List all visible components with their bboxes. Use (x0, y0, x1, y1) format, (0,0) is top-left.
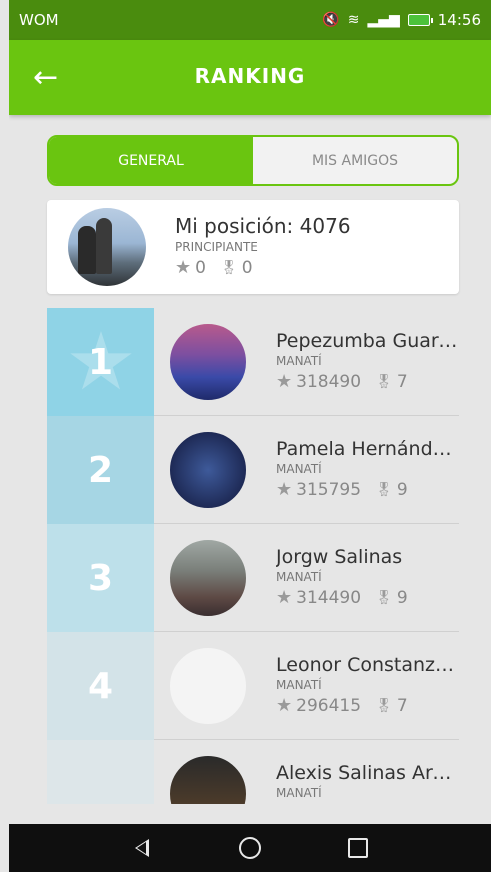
system-nav-bar (9, 824, 491, 872)
rank-badge: 5 (47, 740, 154, 804)
avatar (168, 322, 248, 402)
list-item[interactable]: 5 Alexis Salinas Are… MANATÍ (47, 740, 459, 804)
medal-icon: 🎖 (219, 259, 238, 276)
avatar (168, 538, 248, 618)
list-item[interactable]: 3 Jorgw Salinas MANATÍ ★ 314490 🎖 9 (47, 524, 459, 632)
app-bar: ← RANKING (9, 40, 491, 115)
user-level: MANATÍ (276, 678, 322, 692)
star-icon: ★ (276, 587, 293, 608)
my-position-card: Mi posición: 4076 PRINCIPIANTE ★ 0 🎖 0 (47, 200, 459, 294)
medal-icon: 🎖 (375, 697, 393, 714)
rank-badge: ★ 1 (47, 308, 154, 416)
list-item[interactable]: ★ 1 Pepezumba Guarda MANATÍ ★ 318490 🎖 7 (47, 308, 459, 416)
avatar (68, 208, 146, 286)
status-icons: 🔇 ≋ ▂▄▆ 14:56 (322, 11, 481, 29)
status-bar: WOM 🔇 ≋ ▂▄▆ 14:56 (9, 0, 491, 40)
user-stats: ★ 314490 🎖 9 (276, 587, 408, 608)
ranking-list[interactable]: ★ 1 Pepezumba Guarda MANATÍ ★ 318490 🎖 7… (47, 308, 459, 804)
tab-general[interactable]: GENERAL (49, 137, 253, 184)
nav-recents-icon[interactable] (345, 835, 371, 861)
medals-count: 7 (396, 371, 408, 392)
page-title: RANKING (194, 64, 306, 88)
avatar (168, 430, 248, 510)
user-stats: ★ 318490 🎖 7 (276, 371, 408, 392)
carrier-label: WOM (19, 11, 59, 29)
tab-mis-amigos[interactable]: MIS AMIGOS (253, 137, 457, 184)
user-level: MANATÍ (276, 786, 322, 800)
clock: 14:56 (437, 11, 481, 29)
nav-back-icon[interactable] (129, 835, 155, 861)
user-name: Leonor Constanza… (276, 654, 458, 676)
rank-badge: 2 (47, 416, 154, 524)
app-frame: WOM 🔇 ≋ ▂▄▆ 14:56 ← RANKING GENERAL MIS … (9, 0, 491, 872)
mute-icon: 🔇 (322, 12, 340, 28)
medals-count: 9 (396, 479, 408, 500)
user-name: Jorgw Salinas (276, 546, 403, 568)
user-name: Pepezumba Guarda (276, 330, 458, 352)
my-medals-count: 0 (241, 257, 253, 278)
stars-count: 296415 (296, 695, 362, 716)
medal-icon: 🎖 (375, 481, 393, 498)
list-item[interactable]: 2 Pamela Hernánde… MANATÍ ★ 315795 🎖 9 (47, 416, 459, 524)
stars-count: 318490 (296, 371, 362, 392)
user-stats: ★ 315795 🎖 9 (276, 479, 408, 500)
stars-count: 315795 (296, 479, 362, 500)
avatar (168, 646, 248, 726)
star-icon: ★ (175, 257, 192, 278)
user-stats: ★ 296415 🎖 7 (276, 695, 408, 716)
my-level: PRINCIPIANTE (175, 240, 258, 254)
nav-home-icon[interactable] (237, 835, 263, 861)
user-name: Pamela Hernánde… (276, 438, 458, 460)
avatar (168, 754, 248, 804)
my-position-title: Mi posición: 4076 (175, 214, 351, 238)
stars-count: 314490 (296, 587, 362, 608)
star-icon: ★ (276, 371, 293, 392)
medals-count: 9 (396, 587, 408, 608)
rank-badge: 4 (47, 632, 154, 740)
signal-icon: ▂▄▆ (367, 12, 400, 28)
my-stars-count: 0 (195, 257, 206, 278)
medals-count: 7 (396, 695, 408, 716)
battery-icon (407, 14, 433, 26)
medal-icon: 🎖 (375, 373, 393, 390)
user-name: Alexis Salinas Are… (276, 762, 458, 784)
rank-badge: 3 (47, 524, 154, 632)
user-level: MANATÍ (276, 570, 322, 584)
user-level: MANATÍ (276, 354, 322, 368)
wifi-icon: ≋ (347, 12, 360, 28)
my-stats: ★ 0 🎖 0 (175, 257, 253, 278)
star-icon: ★ (276, 479, 293, 500)
star-icon: ★ (276, 695, 293, 716)
list-item[interactable]: 4 Leonor Constanza… MANATÍ ★ 296415 🎖 7 (47, 632, 459, 740)
medal-icon: 🎖 (375, 589, 393, 606)
user-level: MANATÍ (276, 462, 322, 476)
ranking-tabs: GENERAL MIS AMIGOS (47, 135, 459, 186)
